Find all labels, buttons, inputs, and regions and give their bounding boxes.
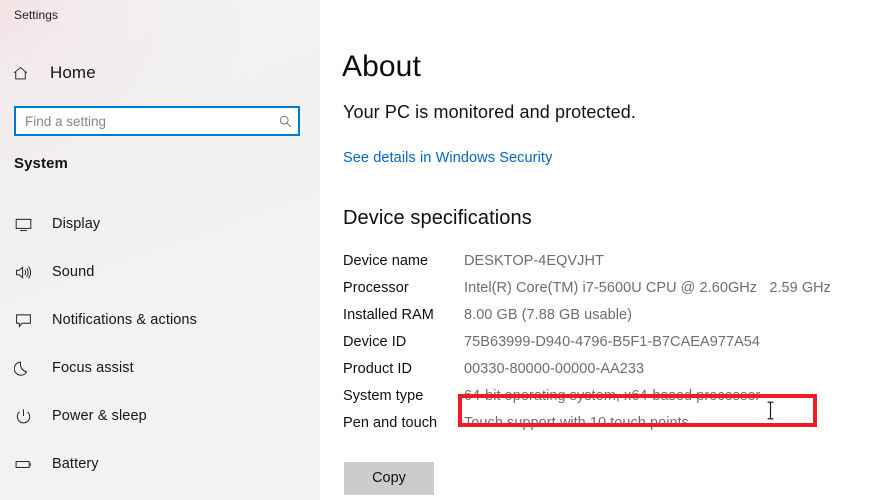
search-box[interactable] [14, 106, 300, 136]
sidebar-group-title: System [14, 155, 68, 172]
window-title: Settings [14, 8, 59, 22]
sidebar-item-home-label: Home [50, 63, 96, 82]
sidebar-item-display-label: Display [52, 216, 101, 232]
search-icon[interactable] [272, 114, 298, 129]
table-row: Installed RAM 8.00 GB (7.88 GB usable) [343, 305, 843, 326]
windows-security-link[interactable]: See details in Windows Security [343, 150, 552, 166]
settings-window: Settings Home System [0, 0, 878, 500]
spec-key: Product ID [343, 361, 412, 377]
spec-key: System type [343, 388, 424, 404]
power-icon [14, 405, 44, 427]
spec-value: 75B63999-D940-4796-B5F1-B7CAEA977A54 [464, 334, 761, 350]
spec-value: Intel(R) Core(TM) i7-5600U CPU @ 2.60GHz… [464, 280, 831, 296]
table-row: Product ID 00330-80000-00000-AA233 [343, 359, 843, 380]
table-row: Device name DESKTOP-4EQVJHT [343, 251, 843, 272]
spec-value: 8.00 GB (7.88 GB usable) [464, 307, 633, 323]
device-specifications-heading: Device specifications [343, 207, 532, 229]
sidebar-item-display[interactable]: Display [0, 208, 320, 240]
spec-key: Device name [343, 253, 429, 269]
table-row: Pen and touch Touch support with 10 touc… [343, 413, 843, 434]
sidebar-item-battery-label: Battery [52, 456, 99, 472]
spec-key: Installed RAM [343, 307, 434, 323]
sidebar: Settings Home System [0, 0, 320, 500]
main-content: About Your PC is monitored and protected… [320, 0, 878, 500]
table-row: Device ID 75B63999-D940-4796-B5F1-B7CAEA… [343, 332, 843, 353]
spec-key: Device ID [343, 334, 407, 350]
page-subtitle: Your PC is monitored and protected. [343, 102, 637, 122]
moon-icon [14, 357, 44, 379]
spec-key: Pen and touch [343, 415, 438, 431]
monitor-icon [14, 213, 44, 235]
spec-value-system-type: 64-bit operating system, x64-based proce… [464, 388, 761, 404]
chat-bubble-icon [14, 309, 44, 331]
spec-value: DESKTOP-4EQVJHT [464, 253, 604, 269]
spec-value: 00330-80000-00000-AA233 [464, 361, 645, 377]
sidebar-item-home[interactable]: Home [12, 58, 96, 88]
spec-value: Touch support with 10 touch points [464, 415, 689, 431]
sidebar-item-focus-assist[interactable]: Focus assist [0, 352, 320, 384]
table-row: Processor Intel(R) Core(TM) i7-5600U CPU… [343, 278, 843, 299]
sidebar-item-power-sleep-label: Power & sleep [52, 408, 147, 424]
home-icon [12, 65, 42, 82]
sidebar-nav-list: Display Sound Notifications & actions Fo… [0, 208, 320, 496]
sidebar-item-power-sleep[interactable]: Power & sleep [0, 400, 320, 432]
sidebar-item-notifications[interactable]: Notifications & actions [0, 304, 320, 336]
table-row-system-type: System type 64-bit operating system, x64… [343, 386, 843, 407]
search-input[interactable] [16, 108, 272, 134]
speaker-icon [14, 261, 44, 283]
spec-key: Processor [343, 280, 409, 296]
sidebar-item-sound-label: Sound [52, 264, 95, 280]
battery-icon [14, 453, 44, 475]
sidebar-item-sound[interactable]: Sound [0, 256, 320, 288]
copy-button[interactable]: Copy [344, 462, 434, 495]
sidebar-item-notifications-label: Notifications & actions [52, 312, 197, 328]
sidebar-item-battery[interactable]: Battery [0, 448, 320, 480]
sidebar-item-focus-assist-label: Focus assist [52, 360, 134, 376]
device-specifications-table: Device name DESKTOP-4EQVJHT Processor In… [343, 251, 843, 440]
page-title: About [342, 50, 421, 83]
